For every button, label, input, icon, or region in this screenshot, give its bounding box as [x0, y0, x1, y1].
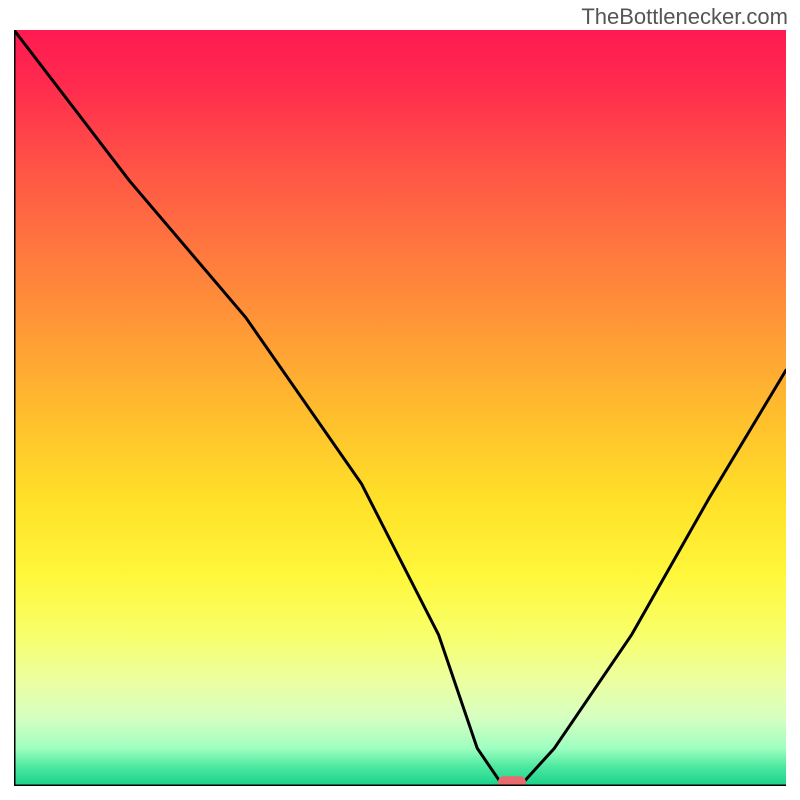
bottleneck-plot: [14, 30, 786, 786]
gradient-background: [14, 30, 786, 786]
plot-svg: [14, 30, 786, 786]
chart-container: TheBottlenecker.com: [0, 0, 800, 800]
watermark-text: TheBottlenecker.com: [581, 4, 788, 30]
